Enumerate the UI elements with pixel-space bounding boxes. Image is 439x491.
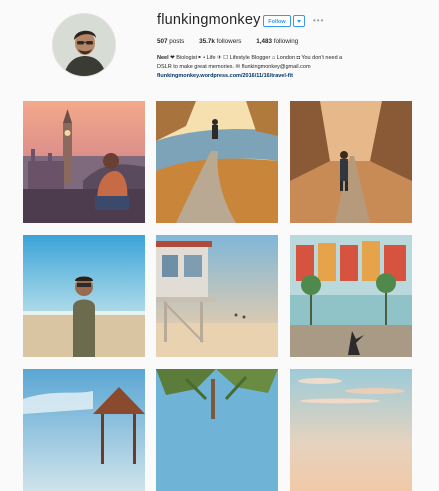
followers-count-label: followers	[214, 38, 242, 45]
post-thumbnail[interactable]	[23, 101, 145, 223]
bio-line-2: DSLR to make great memories. ✉ flunkingm…	[157, 64, 311, 70]
profile-full-name: Neel	[157, 55, 169, 61]
post-image-palm-trees	[156, 369, 278, 491]
post-thumbnail[interactable]	[156, 235, 278, 357]
post-image-beach-cabana	[23, 369, 145, 491]
bio-text: ❤ Biologist⚭ • Life ✈ ☐ Lifestyle Blogge…	[168, 55, 343, 61]
post-image-pastel-sky	[290, 369, 412, 491]
chevron-down-icon	[297, 20, 301, 23]
avatar-image	[53, 14, 115, 76]
bio-website-link[interactable]: flunkingmonkey.wordpress.com/2016/11/16/…	[157, 72, 427, 81]
bio-line-1: Neel ❤ Biologist⚭ • Life ✈ ☐ Lifestyle B…	[157, 54, 427, 63]
post-thumbnail[interactable]	[290, 235, 412, 357]
post-thumbnail[interactable]	[156, 101, 278, 223]
followers-count[interactable]: 35.7k followers	[199, 38, 241, 45]
following-count-label: following	[271, 38, 299, 45]
posts-count-label: posts	[167, 38, 185, 45]
profile-header: flunkingmonkey Follow ••• 507 posts 35.7…	[0, 0, 439, 92]
post-thumbnail[interactable]	[290, 369, 412, 491]
more-options-icon[interactable]: •••	[313, 17, 324, 25]
follow-options-button[interactable]	[293, 15, 305, 27]
post-image-river-run	[156, 101, 278, 223]
profile-username: flunkingmonkey	[157, 12, 261, 28]
post-image-mural-wall	[290, 235, 412, 357]
post-image-big-ben	[23, 101, 145, 223]
following-count[interactable]: 1,483 following	[256, 38, 298, 45]
post-thumbnail[interactable]	[290, 101, 412, 223]
profile-avatar[interactable]	[52, 13, 116, 77]
followers-count-value: 35.7k	[199, 38, 215, 45]
post-image-beach-portrait	[23, 235, 145, 357]
post-thumbnail[interactable]	[23, 369, 145, 491]
posts-count: 507 posts	[157, 38, 184, 45]
post-image-tree-lane	[290, 101, 412, 223]
post-thumbnail[interactable]	[156, 369, 278, 491]
posts-count-value: 507	[157, 38, 168, 45]
post-image-lifeguard-tower	[156, 235, 278, 357]
profile-stats: 507 posts 35.7k followers 1,483 followin…	[157, 38, 311, 45]
following-count-value: 1,483	[256, 38, 272, 45]
follow-button[interactable]: Follow	[263, 15, 291, 27]
post-thumbnail[interactable]	[23, 235, 145, 357]
profile-bio: Neel ❤ Biologist⚭ • Life ✈ ☐ Lifestyle B…	[157, 54, 427, 81]
